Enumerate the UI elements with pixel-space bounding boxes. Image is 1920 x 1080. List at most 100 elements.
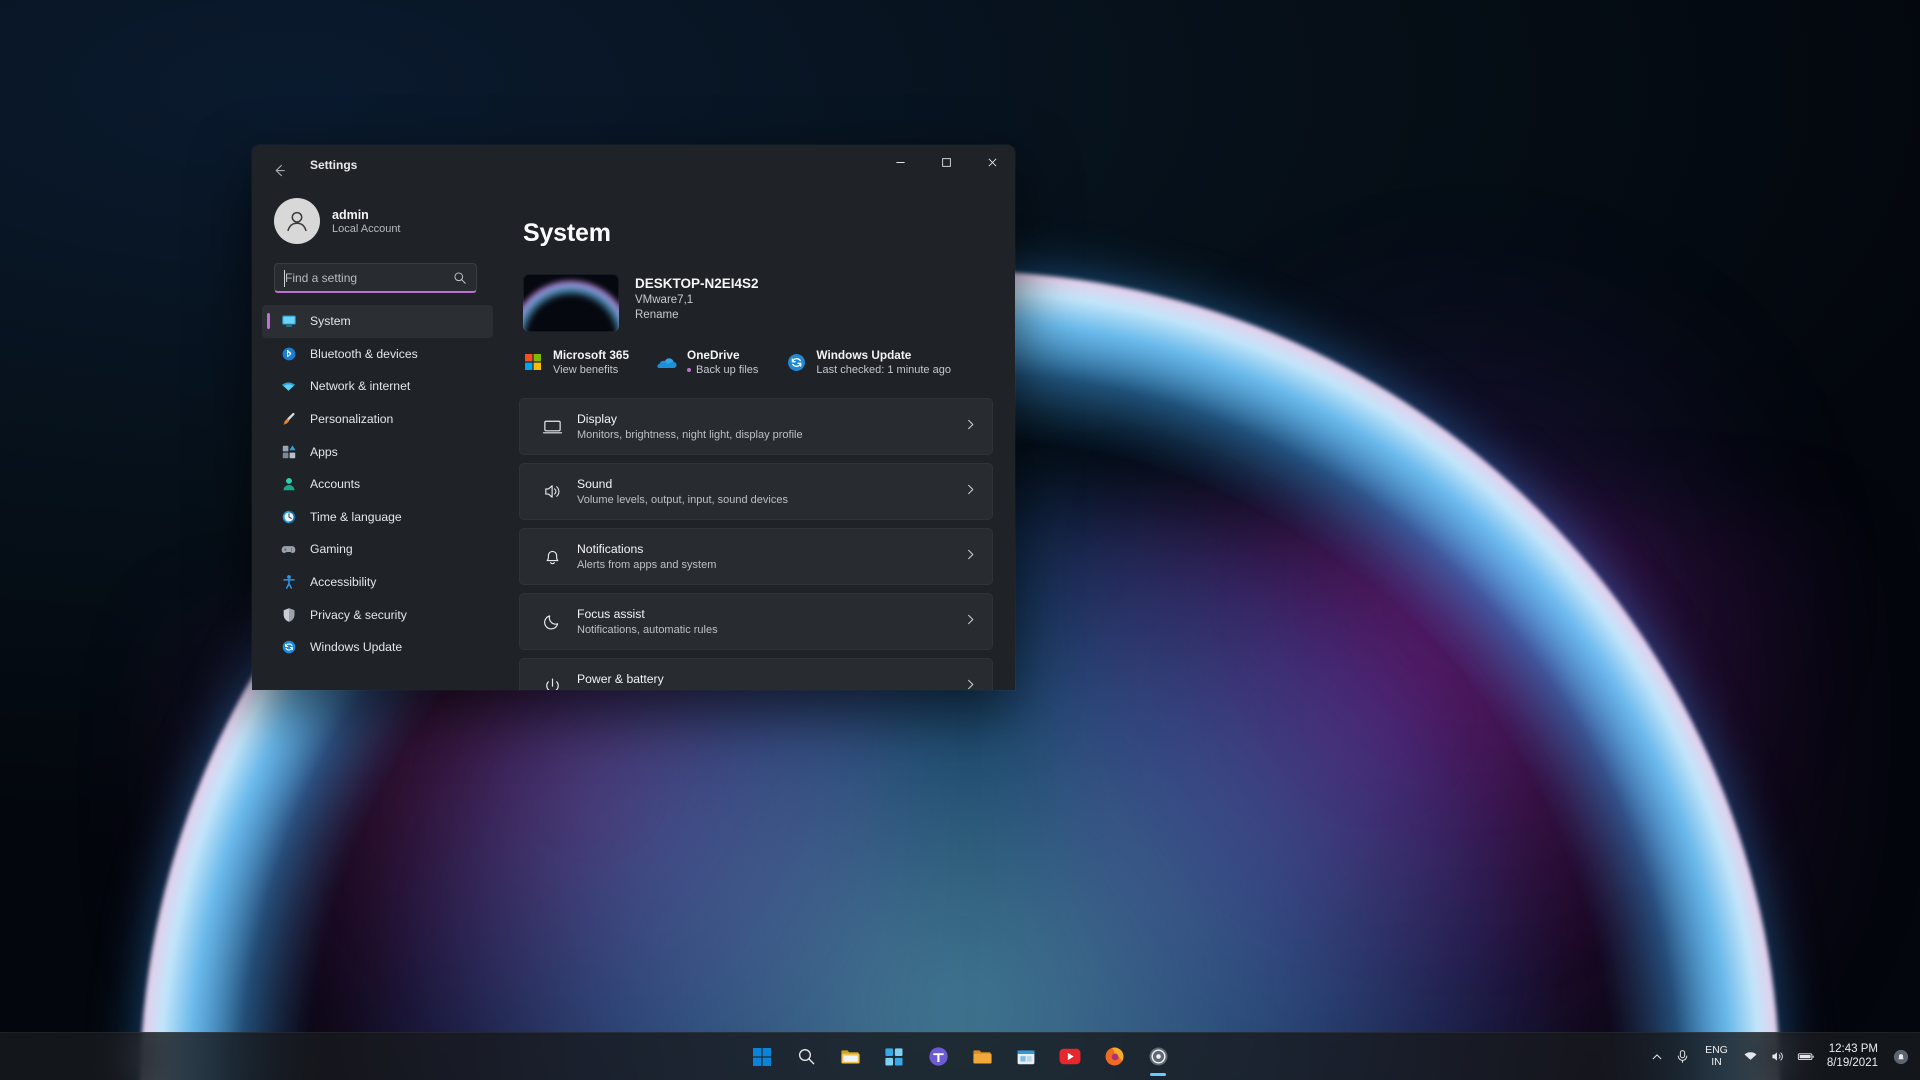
main-content: System DESKTOP-N2EI4S2 VMware7,1 Rename — [505, 185, 1015, 690]
taskbar-file-explorer-button[interactable] — [830, 1037, 870, 1077]
account-person-icon — [280, 476, 297, 493]
sidebar-item-apps[interactable]: Apps — [262, 435, 493, 468]
sidebar-item-time-language[interactable]: Time & language — [262, 501, 493, 534]
settings-row-title: Display — [577, 412, 964, 426]
window-title: Settings — [310, 145, 357, 185]
tray-chevron-up-button[interactable] — [1645, 1037, 1669, 1077]
settings-row-title: Sound — [577, 477, 964, 491]
taskbar-settings-button[interactable] — [1138, 1037, 1178, 1077]
wifi-icon — [280, 378, 297, 395]
quick-links-row: Microsoft 365 View benefits O — [523, 348, 993, 376]
settings-row-subtitle: Alerts from apps and system — [577, 559, 964, 571]
clock-icon — [280, 508, 297, 525]
search-box[interactable] — [274, 263, 477, 293]
quick-link-windows-update[interactable]: Windows Update Last checked: 1 minute ag… — [786, 348, 979, 376]
account-type: Local Account — [332, 223, 401, 235]
quick-link-microsoft-365[interactable]: Microsoft 365 View benefits — [523, 348, 657, 376]
taskbar-microsoft-store-button[interactable] — [1006, 1037, 1046, 1077]
store-icon — [1016, 1047, 1036, 1067]
sidebar-item-label: Time & language — [310, 510, 402, 524]
taskbar-teams-chat-button[interactable] — [918, 1037, 958, 1077]
speaker-icon — [539, 481, 565, 502]
folder-icon — [972, 1047, 993, 1067]
sidebar-item-label: Windows Update — [310, 640, 402, 654]
tray-volume-button[interactable] — [1764, 1037, 1791, 1077]
taskbar-firefox-button[interactable] — [1094, 1037, 1134, 1077]
taskbar-folder-button[interactable] — [962, 1037, 1002, 1077]
settings-row-title: Focus assist — [577, 607, 964, 621]
page-title: System — [523, 219, 993, 248]
avatar — [274, 198, 320, 244]
device-info-card: DESKTOP-N2EI4S2 VMware7,1 Rename — [523, 274, 993, 332]
text-caret — [284, 270, 285, 287]
settings-row-focus-assist[interactable]: Focus assist Notifications, automatic ru… — [519, 593, 993, 650]
bell-icon — [539, 546, 565, 567]
network-icon — [1743, 1049, 1758, 1064]
tray-language-indicator[interactable]: ENG IN — [1696, 1045, 1737, 1069]
quick-link-onedrive[interactable]: OneDrive Back up files — [657, 348, 786, 376]
sidebar-item-system[interactable]: System — [262, 305, 493, 338]
apps-grid-icon — [280, 443, 297, 460]
microsoft-365-icon — [523, 352, 543, 372]
volume-icon — [1770, 1049, 1785, 1064]
back-button[interactable] — [264, 156, 294, 184]
settings-row-subtitle: Monitors, brightness, night light, displ… — [577, 429, 964, 441]
chevron-right-icon — [964, 678, 977, 691]
account-section[interactable]: admin Local Account — [252, 185, 505, 249]
device-model: VMware7,1 — [635, 294, 759, 306]
firefox-icon — [1104, 1046, 1125, 1067]
back-arrow-icon — [272, 163, 287, 178]
rename-link[interactable]: Rename — [635, 309, 759, 321]
sidebar-item-label: Apps — [310, 445, 338, 459]
notification-bell-icon — [1893, 1049, 1909, 1065]
search-section — [252, 249, 505, 293]
sidebar-item-label: Bluetooth & devices — [310, 347, 418, 361]
settings-row-display[interactable]: Display Monitors, brightness, night ligh… — [519, 398, 993, 455]
taskbar-youtube-button[interactable] — [1050, 1037, 1090, 1077]
sidebar-item-accessibility[interactable]: Accessibility — [262, 566, 493, 599]
windows-start-icon — [752, 1047, 772, 1067]
display-monitor-icon — [539, 416, 565, 437]
tray-time: 12:43 PM — [1829, 1043, 1878, 1057]
taskbar-start-button[interactable] — [742, 1037, 782, 1077]
device-name: DESKTOP-N2EI4S2 — [635, 276, 759, 291]
settings-row-title: Notifications — [577, 542, 964, 556]
close-button[interactable] — [969, 145, 1015, 179]
chevron-right-icon — [964, 613, 977, 631]
tray-date: 8/19/2021 — [1827, 1057, 1878, 1071]
sidebar-item-personalization[interactable]: Personalization — [262, 403, 493, 436]
sidebar-item-privacy-security[interactable]: Privacy & security — [262, 598, 493, 631]
tray-clock[interactable]: 12:43 PM 8/19/2021 — [1821, 1043, 1888, 1071]
tray-notification-button[interactable] — [1888, 1037, 1914, 1077]
search-input[interactable] — [285, 271, 448, 285]
quick-link-subtitle: View benefits — [553, 364, 629, 376]
settings-row-sound[interactable]: Sound Volume levels, output, input, soun… — [519, 463, 993, 520]
tray-network-button[interactable] — [1737, 1037, 1764, 1077]
taskbar-widgets-button[interactable] — [874, 1037, 914, 1077]
settings-row-subtitle: Volume levels, output, input, sound devi… — [577, 494, 964, 506]
chevron-up-icon — [1651, 1051, 1663, 1063]
bluetooth-icon — [280, 345, 297, 362]
sidebar-item-network-internet[interactable]: Network & internet — [262, 370, 493, 403]
youtube-icon — [1059, 1048, 1081, 1065]
sidebar-item-bluetooth-devices[interactable]: Bluetooth & devices — [262, 338, 493, 371]
tray-microphone-button[interactable] — [1669, 1037, 1696, 1077]
sidebar-item-label: Network & internet — [310, 379, 410, 393]
settings-window: Settings a — [252, 145, 1015, 690]
sidebar-item-accounts[interactable]: Accounts — [262, 468, 493, 501]
window-titlebar: Settings — [252, 145, 1015, 185]
sidebar-item-windows-update[interactable]: Windows Update — [262, 631, 493, 664]
taskbar-search-button[interactable] — [786, 1037, 826, 1077]
settings-row-notifications[interactable]: Notifications Alerts from apps and syste… — [519, 528, 993, 585]
chevron-right-icon — [964, 548, 977, 566]
tray-battery-button[interactable] — [1791, 1037, 1821, 1077]
quick-link-title: Windows Update — [816, 348, 951, 362]
sidebar-item-gaming[interactable]: Gaming — [262, 533, 493, 566]
quick-link-title: OneDrive — [687, 348, 758, 362]
settings-row-power-battery[interactable]: Power & battery Sleep, battery usage, ba… — [519, 658, 993, 690]
search-icon[interactable] — [453, 271, 467, 290]
tray-language-line1: ENG — [1705, 1045, 1728, 1057]
minimize-button[interactable] — [877, 145, 923, 179]
microphone-icon — [1675, 1049, 1690, 1064]
maximize-button[interactable] — [923, 145, 969, 179]
